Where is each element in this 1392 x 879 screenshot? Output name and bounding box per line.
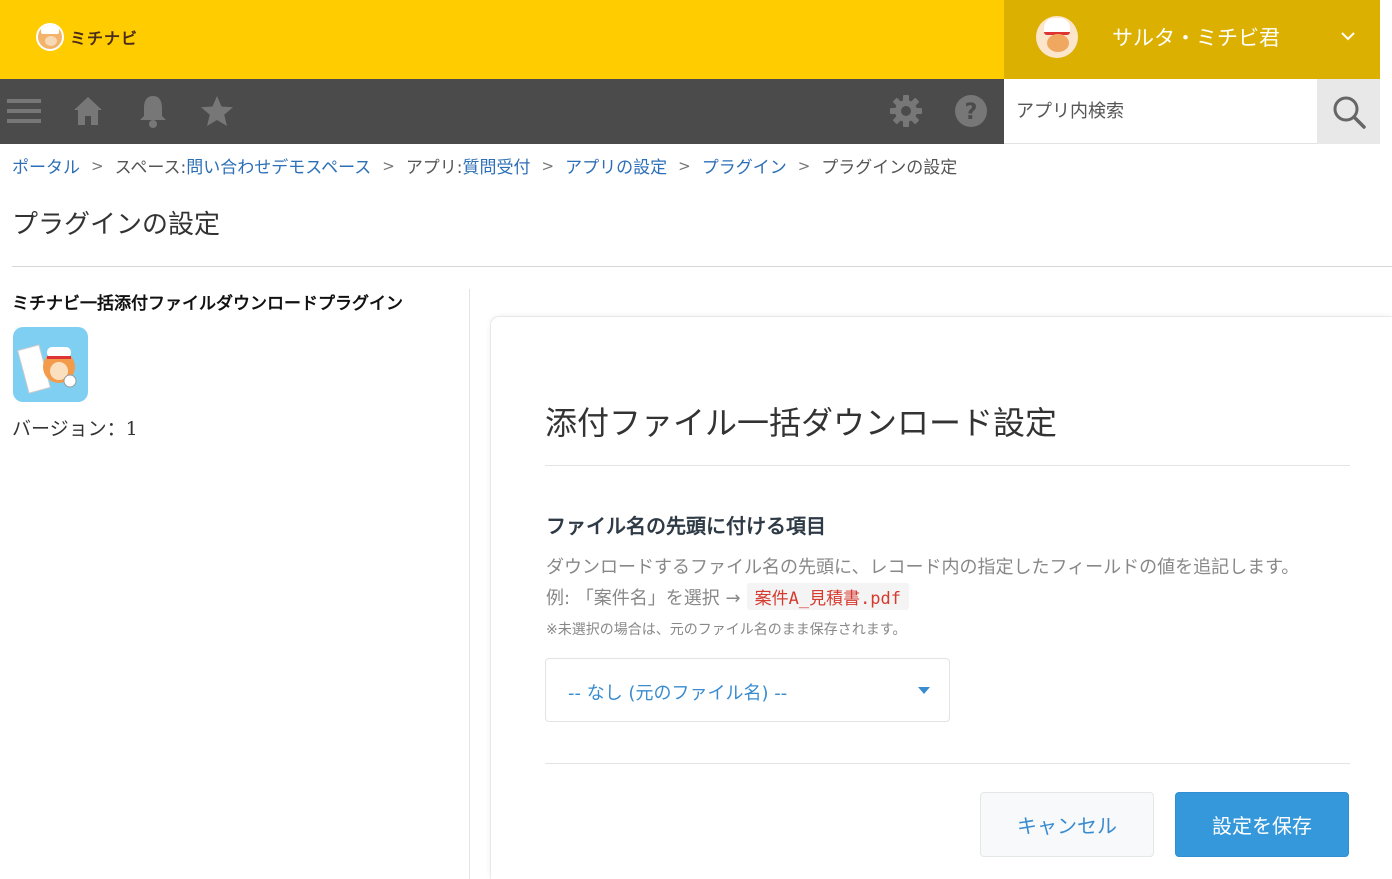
global-nav: ? xyxy=(0,79,1004,144)
logo-text: ミチナビ xyxy=(70,29,139,48)
menu-icon[interactable] xyxy=(6,93,42,129)
breadcrumb-separator: > xyxy=(797,156,811,175)
filename-prefix-description: ダウンロードするファイル名の先頭に、レコード内の指定したフィールドの値を追記しま… xyxy=(546,557,1300,578)
breadcrumb-app-prefix: アプリ: xyxy=(405,158,463,178)
breadcrumb-portal[interactable]: ポータル xyxy=(12,153,80,178)
column-divider xyxy=(469,289,470,879)
chevron-down-icon xyxy=(1341,32,1355,41)
breadcrumb-app[interactable]: 質問受付 xyxy=(463,153,531,178)
caret-down-icon xyxy=(918,687,930,694)
breadcrumb-current: プラグインの設定 xyxy=(821,158,958,178)
unselected-note: ※未選択の場合は、元のファイル名のまま保存されます。 xyxy=(546,622,907,638)
gear-icon[interactable] xyxy=(888,93,924,129)
app-search-box xyxy=(1004,79,1317,144)
save-button[interactable]: 設定を保存 xyxy=(1175,792,1349,857)
bell-icon[interactable] xyxy=(135,93,171,129)
settings-title: 添付ファイル一括ダウンロード設定 xyxy=(545,404,1058,442)
plugin-version: バージョン：1 xyxy=(12,418,138,440)
plugin-icon xyxy=(13,327,88,402)
example-prefix: 例: 「案件名」を選択 → xyxy=(546,587,741,609)
search-icon xyxy=(1333,96,1366,129)
breadcrumb-app-settings[interactable]: アプリの設定 xyxy=(565,153,667,178)
svg-text:?: ? xyxy=(965,100,978,125)
cancel-button[interactable]: キャンセル xyxy=(980,792,1154,857)
example-filename: 案件A_見積書.pdf xyxy=(746,583,910,610)
breadcrumb-separator: > xyxy=(678,156,691,175)
right-strip xyxy=(1380,0,1392,144)
avatar xyxy=(1036,16,1078,58)
breadcrumb-plugins[interactable]: プラグイン xyxy=(702,153,787,178)
star-icon[interactable] xyxy=(199,93,235,129)
user-menu[interactable]: サルタ・ミチビ君 xyxy=(1004,0,1380,79)
breadcrumb-separator: > xyxy=(541,156,555,175)
divider xyxy=(545,763,1350,764)
plugin-name: ミチナビ一括添付ファイルダウンロードプラグイン xyxy=(12,294,403,314)
breadcrumb-space-prefix: スペース: xyxy=(114,158,187,178)
filename-prefix-label: ファイル名の先頭に付ける項目 xyxy=(546,514,826,538)
page-title: プラグインの設定 xyxy=(12,210,221,240)
help-icon[interactable]: ? xyxy=(953,93,989,129)
filename-prefix-example: 例: 「案件名」を選択 → 案件A_見積書.pdf xyxy=(546,583,910,610)
divider xyxy=(545,465,1350,466)
field-select[interactable]: -- なし (元のファイル名) -- xyxy=(545,658,950,722)
breadcrumb-separator: > xyxy=(382,156,395,175)
breadcrumb: ポータル > スペース: 問い合わせデモスペース > アプリ: 質問受付 > ア… xyxy=(12,153,958,179)
user-name: サルタ・ミチビ君 xyxy=(1112,26,1280,50)
breadcrumb-space[interactable]: 問い合わせデモスペース xyxy=(186,153,371,178)
app-logo[interactable]: ミチナビ xyxy=(36,22,138,52)
divider xyxy=(12,266,1392,267)
select-value: -- なし (元のファイル名) -- xyxy=(568,683,788,704)
logo-mascot-icon xyxy=(36,23,64,51)
search-input[interactable] xyxy=(1004,79,1317,143)
breadcrumb-separator: > xyxy=(91,156,104,175)
home-icon[interactable] xyxy=(70,93,106,129)
search-button[interactable] xyxy=(1317,79,1380,144)
